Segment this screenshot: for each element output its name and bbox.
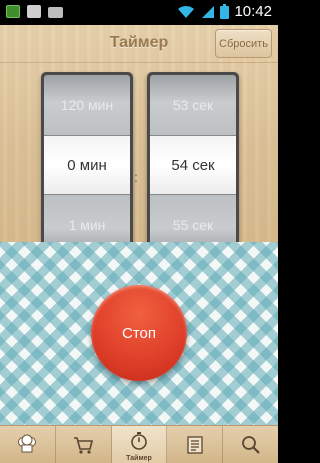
notification-icons bbox=[6, 5, 63, 18]
seconds-selected[interactable]: 54 сек bbox=[150, 135, 236, 195]
tab-timer-label: Таймер bbox=[126, 455, 152, 462]
clock: 10:42 bbox=[234, 3, 272, 20]
camera-icon bbox=[48, 6, 63, 18]
seconds-above[interactable]: 53 сек bbox=[150, 75, 236, 135]
search-icon bbox=[241, 435, 260, 454]
tab-search[interactable] bbox=[223, 426, 278, 463]
cart-icon bbox=[74, 436, 94, 454]
bottom-tab-bar: Таймер bbox=[0, 425, 278, 463]
signal-icon bbox=[202, 5, 215, 18]
stopwatch-icon bbox=[131, 431, 147, 450]
system-icons: 10:42 bbox=[177, 3, 272, 20]
title-bar: Таймер Сбросить bbox=[0, 25, 278, 63]
minutes-above[interactable]: 120 мин bbox=[44, 75, 130, 135]
minutes-picker[interactable]: 120 мин 0 мин 1 мин bbox=[41, 72, 133, 260]
tab-timer[interactable]: Таймер bbox=[111, 426, 168, 463]
chef-hat-icon bbox=[18, 434, 37, 452]
stop-button[interactable]: Стоп bbox=[91, 285, 187, 381]
timer-panel: Таймер Сбросить 120 мин 0 мин 1 мин : 53… bbox=[0, 25, 278, 260]
list-icon bbox=[187, 435, 203, 454]
status-bar: 10:42 bbox=[0, 0, 278, 25]
battery-icon bbox=[220, 4, 230, 19]
minutes-selected[interactable]: 0 мин bbox=[44, 135, 130, 195]
time-separator: : bbox=[134, 169, 138, 185]
tab-shopping[interactable] bbox=[56, 426, 112, 463]
image-icon bbox=[27, 5, 41, 18]
reset-button[interactable]: Сбросить bbox=[215, 29, 272, 58]
seconds-picker[interactable]: 53 сек 54 сек 55 сек bbox=[147, 72, 239, 260]
tab-list[interactable] bbox=[167, 426, 224, 463]
wifi-icon bbox=[178, 5, 195, 18]
app-icon bbox=[6, 5, 20, 18]
tab-recipes[interactable] bbox=[0, 426, 56, 463]
